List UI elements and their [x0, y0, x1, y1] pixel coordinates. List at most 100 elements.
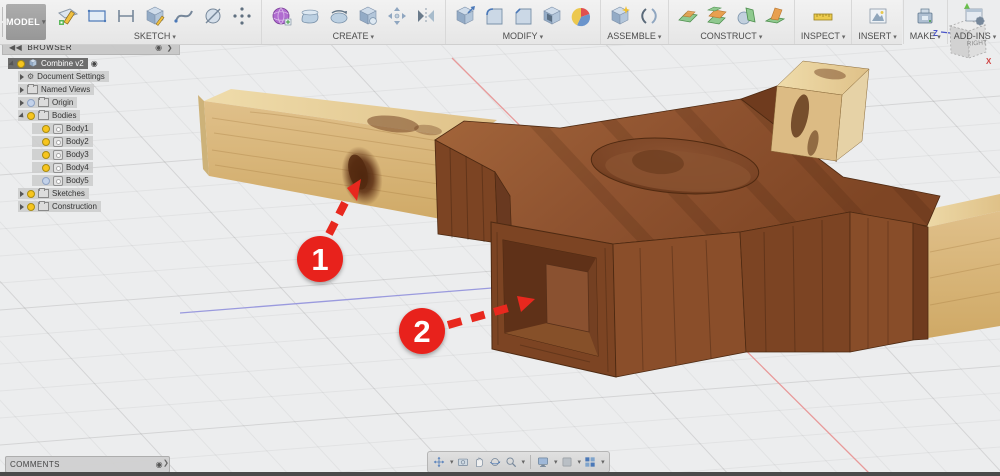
tree-row-pill[interactable]: Origin — [18, 97, 78, 108]
expand-icon[interactable] — [20, 190, 24, 197]
tree-row-combine-v2[interactable]: Combine v2 ◉ — [2, 58, 180, 69]
shell-icon[interactable] — [539, 3, 565, 29]
callout-2[interactable]: 2 — [399, 308, 445, 354]
toolbar-group-label[interactable]: MODIFY ▾ — [503, 30, 544, 43]
primitive-box-icon[interactable] — [355, 3, 381, 29]
plane-offset-icon[interactable] — [675, 3, 701, 29]
tree-row-pill[interactable]: Body5 — [32, 175, 93, 186]
chevron-down-icon[interactable]: ▾ — [554, 458, 558, 466]
tree-row-pill[interactable]: Sketches — [18, 188, 89, 199]
fit-view-icon[interactable] — [456, 455, 470, 469]
tree-row-pill[interactable]: Bodies — [18, 110, 81, 121]
tree-row-pill[interactable]: Body1 — [32, 123, 93, 134]
activate-component-radio-icon[interactable]: ◉ — [91, 59, 98, 68]
tree-row-pill[interactable]: Combine v2 — [8, 58, 88, 69]
toolbar-group-label[interactable]: CREATE ▾ — [333, 30, 374, 43]
measure-icon[interactable] — [810, 3, 836, 29]
tree-row-body5[interactable]: Body5 — [2, 175, 180, 186]
collapse-icon[interactable] — [8, 59, 16, 68]
comments-label: COMMENTS — [10, 460, 60, 469]
rectangle-icon[interactable] — [84, 3, 110, 29]
visibility-bulb-icon[interactable] — [27, 98, 35, 107]
sketch-points-icon[interactable] — [229, 3, 255, 29]
tree-row-sketches[interactable]: Sketches — [2, 188, 180, 199]
create-sketch-icon[interactable] — [55, 3, 81, 29]
comments-bar[interactable]: COMMENTS ◉ — [5, 456, 170, 473]
form-icon[interactable] — [268, 3, 294, 29]
expand-icon[interactable] — [20, 99, 24, 106]
tree-row-body1[interactable]: Body1 — [2, 123, 180, 134]
tree-row-pill[interactable]: Body3 — [32, 149, 93, 160]
tree-row-pill[interactable]: Construction — [18, 201, 101, 212]
expand-icon[interactable] — [20, 86, 24, 93]
collapse-icon[interactable] — [18, 111, 26, 120]
press-pull-icon[interactable] — [452, 3, 478, 29]
grid-settings-icon[interactable] — [560, 455, 574, 469]
scripts-icon[interactable] — [962, 3, 988, 29]
hand-icon[interactable] — [472, 455, 486, 469]
visibility-bulb-icon[interactable] — [42, 163, 50, 172]
toolbar-group-label[interactable]: INSERT ▾ — [858, 30, 896, 43]
visibility-bulb-icon[interactable] — [27, 111, 35, 120]
plane-tangent-icon[interactable] — [733, 3, 759, 29]
tree-row-body3[interactable]: Body3 — [2, 149, 180, 160]
loft-icon[interactable] — [297, 3, 323, 29]
tree-row-body4[interactable]: Body4 — [2, 162, 180, 173]
chevron-down-icon[interactable]: ▾ — [578, 458, 582, 466]
workspace-dropdown[interactable]: MODEL ▾ — [6, 4, 46, 40]
tree-row-pill[interactable]: Body2 — [32, 136, 93, 147]
chevron-down-icon[interactable]: ▾ — [601, 458, 605, 466]
zoom-icon[interactable] — [504, 455, 518, 469]
chevron-down-icon[interactable]: ▾ — [522, 458, 526, 466]
viewports-icon[interactable] — [583, 455, 597, 469]
expand-icon[interactable] — [20, 203, 24, 210]
visibility-bulb-icon[interactable] — [27, 202, 35, 211]
fillet-icon[interactable] — [481, 3, 507, 29]
tree-row-origin[interactable]: Origin — [2, 97, 180, 108]
sketch-box-icon[interactable] — [142, 3, 168, 29]
display-settings-icon[interactable] — [536, 455, 550, 469]
new-component-icon[interactable] — [607, 3, 633, 29]
toolbar-group-label[interactable]: ASSEMBLE ▾ — [607, 30, 661, 43]
sweep-curve-icon[interactable] — [171, 3, 197, 29]
plane-angle-icon[interactable] — [762, 3, 788, 29]
canvas-icon[interactable] — [865, 3, 891, 29]
orbit-icon[interactable] — [488, 455, 502, 469]
line-icon[interactable] — [113, 3, 139, 29]
pattern-icon[interactable] — [384, 3, 410, 29]
appearance-icon[interactable] — [568, 3, 594, 29]
toolbar-group-label[interactable]: MAKE ▾ — [910, 30, 941, 43]
tree-row-named-views[interactable]: Named Views — [2, 84, 180, 95]
tree-row-pill[interactable]: ⚙ Document Settings — [18, 71, 109, 82]
tree-row-document-settings[interactable]: ⚙ Document Settings — [2, 71, 180, 82]
visibility-bulb-icon[interactable] — [17, 59, 25, 68]
chevron-down-icon[interactable]: ▾ — [450, 458, 454, 466]
toolbar-group-label[interactable]: SKETCH ▾ — [134, 30, 176, 43]
comments-expander-icon[interactable]: ❯ — [163, 459, 169, 467]
chamfer-icon[interactable] — [510, 3, 536, 29]
pan-icon[interactable] — [432, 455, 446, 469]
print-3d-icon[interactable] — [912, 3, 938, 29]
expand-icon[interactable] — [20, 73, 24, 80]
project-icon[interactable] — [200, 3, 226, 29]
comments-options-icon[interactable]: ◉ — [156, 460, 163, 469]
tree-row-body2[interactable]: Body2 — [2, 136, 180, 147]
tree-row-pill[interactable]: Named Views — [18, 84, 95, 95]
toolbar-group-label[interactable]: ADD-INS ▾ — [954, 30, 997, 43]
joint-icon[interactable] — [636, 3, 662, 29]
callout-1[interactable]: 1 — [297, 236, 343, 282]
visibility-bulb-icon[interactable] — [42, 124, 50, 133]
tree-row-bodies[interactable]: Bodies — [2, 110, 180, 121]
tree-row-pill[interactable]: Body4 — [32, 162, 93, 173]
mirror-icon[interactable] — [413, 3, 439, 29]
toolbar-group-label[interactable]: INSPECT ▾ — [801, 30, 846, 43]
visibility-bulb-icon[interactable] — [42, 176, 50, 185]
tree-row-construction[interactable]: Construction — [2, 201, 180, 212]
toolbar-grip[interactable] — [0, 0, 3, 44]
visibility-bulb-icon[interactable] — [42, 150, 50, 159]
revolve-icon[interactable] — [326, 3, 352, 29]
visibility-bulb-icon[interactable] — [42, 137, 50, 146]
plane-midplane-icon[interactable] — [704, 3, 730, 29]
visibility-bulb-icon[interactable] — [27, 189, 35, 198]
toolbar-group-label[interactable]: CONSTRUCT ▾ — [700, 30, 762, 43]
